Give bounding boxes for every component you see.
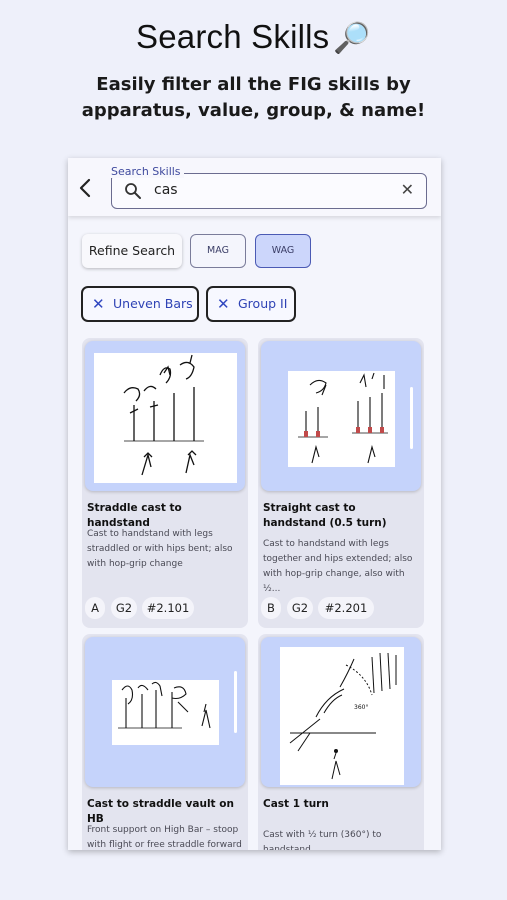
skill-description: Front support on High Bar – stoop with f… <box>87 823 243 850</box>
skill-description-line: together and hips extended; also <box>263 554 413 564</box>
mag-toggle[interactable]: MAG <box>190 234 246 268</box>
promo-subtitle-line-2: apparatus, value, group, & name! <box>81 100 426 121</box>
filter-chip-apparatus[interactable]: ✕ Uneven Bars <box>81 286 199 322</box>
chip-label: Group II <box>238 296 288 311</box>
refine-search-button[interactable]: Refine Search <box>82 234 182 268</box>
skill-description: Cast to handstand with legs straddled or… <box>87 527 243 572</box>
skill-diagram: 360° <box>280 647 404 785</box>
skill-diagram <box>288 371 395 467</box>
chevron-left-icon[interactable] <box>78 178 92 198</box>
skill-description-line: with hop-grip change, also with ½... <box>263 569 405 594</box>
skill-description-line: Cast to handstand with legs <box>263 539 389 549</box>
skill-number-badge: #2.101 <box>142 597 194 619</box>
wag-toggle[interactable]: WAG <box>255 234 311 268</box>
skill-card[interactable]: Straight cast to handstand (0.5 turn) Ca… <box>258 338 424 628</box>
search-icon <box>124 182 142 200</box>
search-bar: cas ✕ Search Skills <box>68 158 441 216</box>
skill-description: Cast to handstand with legs together and… <box>263 537 419 597</box>
skill-image-frame: 360° <box>261 637 421 787</box>
promo-subtitle: Easily filter all the FIG skills by appa… <box>0 72 507 124</box>
skill-image-frame <box>85 341 245 491</box>
promo-title: Search Skills 🔎 <box>0 18 507 56</box>
image-scrollbar <box>234 671 237 733</box>
skill-card[interactable]: 360° Cast 1 turn Cast with ½ turn (360°)… <box>258 634 424 850</box>
close-icon[interactable]: ✕ <box>217 288 230 320</box>
skill-image-frame <box>261 341 421 491</box>
promo-subtitle-line-1: Easily filter all the FIG skills by <box>96 74 411 95</box>
skill-description-line: Front support on High Bar – stoop <box>87 825 239 835</box>
degree-label: 360° <box>354 704 368 711</box>
skill-image-frame <box>85 637 245 787</box>
skill-number-badge: #2.201 <box>318 597 374 619</box>
skill-diagram <box>112 680 219 745</box>
skill-card[interactable]: Cast to straddle vault on HB Front suppo… <box>82 634 248 850</box>
app-screen: cas ✕ Search Skills Refine Search MAG WA… <box>68 158 441 850</box>
group-badge: G2 <box>111 597 137 619</box>
skill-description: Cast with ½ turn (360°) to handstand <box>263 828 419 850</box>
skill-description-line: straddled or with hips bent; also <box>87 544 233 554</box>
value-badge: A <box>85 597 105 619</box>
close-icon[interactable]: ✕ <box>401 180 414 199</box>
skill-description-line: Cast with ½ turn (360°) to <box>263 830 382 840</box>
magnifier-icon: 🔎 <box>333 22 371 55</box>
filter-chip-group[interactable]: ✕ Group II <box>206 286 296 322</box>
chip-label: Uneven Bars <box>113 296 193 311</box>
skill-description-line: with hop-grip change <box>87 559 183 569</box>
group-badge: G2 <box>287 597 313 619</box>
image-scrollbar <box>410 387 413 449</box>
skill-name: Cast 1 turn <box>263 798 329 810</box>
skill-card[interactable]: Straddle cast to handstand Cast to hands… <box>82 338 248 628</box>
value-badge: B <box>261 597 281 619</box>
search-label: Search Skills <box>108 165 184 178</box>
skill-description-line: with flight or free straddle forward <box>87 840 242 850</box>
skill-diagram <box>94 353 237 483</box>
promo-title-text: Search Skills <box>136 18 330 55</box>
search-value[interactable]: cas <box>154 182 178 198</box>
search-input[interactable]: cas ✕ <box>111 173 427 209</box>
skill-description-line: Cast to handstand with legs <box>87 529 213 539</box>
skill-description-line: handstand <box>263 845 311 850</box>
close-icon[interactable]: ✕ <box>92 288 105 320</box>
skill-name: Straight cast to handstand (0.5 turn) <box>263 502 387 529</box>
